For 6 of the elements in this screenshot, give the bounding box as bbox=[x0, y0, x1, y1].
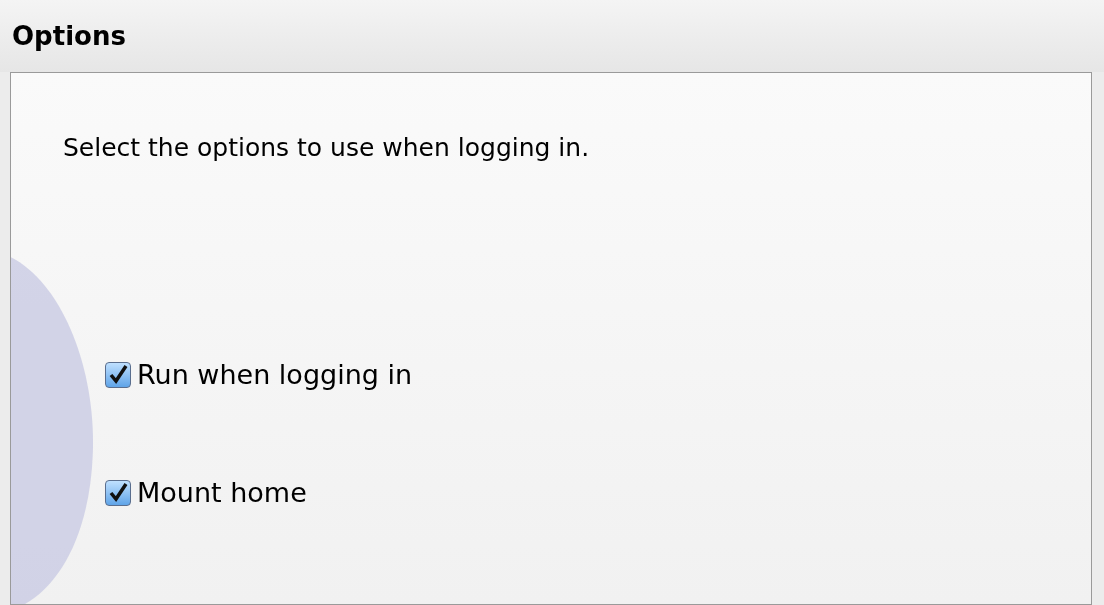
option-checkbox[interactable]: Run when logging in bbox=[105, 354, 413, 395]
option-checkbox[interactable]: Mount home bbox=[105, 473, 307, 514]
section-title: Options bbox=[12, 19, 126, 53]
checkbox-icon[interactable] bbox=[105, 361, 131, 388]
instruction-text: Select the options to use when logging in. bbox=[63, 132, 591, 164]
checkbox-icon[interactable] bbox=[105, 480, 131, 507]
